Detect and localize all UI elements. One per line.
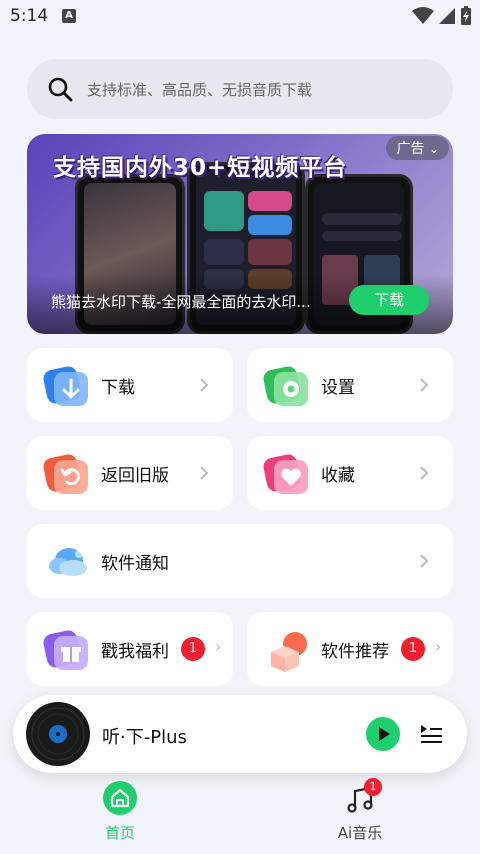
status-icons xyxy=(412,6,472,26)
recommend-card[interactable]: 软件推荐 1 › xyxy=(247,612,453,686)
ad-label: 广告 xyxy=(396,141,425,157)
settings-card[interactable]: 设置 xyxy=(247,348,453,422)
notices-label: 软件通知 xyxy=(101,554,169,574)
recommend-label: 软件推荐 xyxy=(321,642,389,662)
old-version-label: 返回旧版 xyxy=(101,466,169,486)
search-icon xyxy=(48,77,73,102)
cloud-icon xyxy=(49,548,87,576)
signal-icon xyxy=(439,8,455,24)
old-version-card[interactable]: 返回旧版 xyxy=(27,436,233,510)
welfare-label: 戳我福利 xyxy=(101,642,169,662)
nav-home[interactable]: 首页 xyxy=(90,780,150,843)
ad-banner[interactable]: 支持国内外30+短视频平台 广告 ⌄ 熊猫去水印下载-全网最全面的去水印... … xyxy=(27,134,453,334)
gift-icon xyxy=(43,630,88,670)
settings-label: 设置 xyxy=(321,378,355,398)
status-time: 5:14 xyxy=(10,6,49,26)
favorites-label: 收藏 xyxy=(321,466,355,486)
download-card[interactable]: 下载 xyxy=(27,348,233,422)
welfare-badge: 1 xyxy=(181,637,205,661)
player-title: 听·下-Plus xyxy=(102,727,187,748)
undo-icon xyxy=(43,454,88,494)
notification-icon: A xyxy=(62,9,76,23)
box-icon xyxy=(271,632,307,672)
playlist-button[interactable] xyxy=(419,721,443,745)
chevron-right-icon: › xyxy=(215,637,222,656)
wifi-icon xyxy=(412,7,434,24)
nav-ai-music-label: Ai音乐 xyxy=(337,824,383,842)
chevron-right-icon xyxy=(420,378,429,392)
download-icon xyxy=(43,366,88,406)
banner-download-button[interactable]: 下载 xyxy=(349,285,429,315)
search-bar[interactable]: 支持标准、高品质、无损音质下载 xyxy=(27,59,453,119)
chevron-right-icon xyxy=(420,554,429,568)
chevron-right-icon xyxy=(200,378,209,392)
vinyl-record-icon xyxy=(26,702,90,766)
chevron-right-icon: › xyxy=(435,637,442,656)
download-label: 下载 xyxy=(101,378,135,398)
status-bar: 5:14 A xyxy=(0,0,480,34)
nav-home-label: 首页 xyxy=(104,824,135,842)
mini-player[interactable]: 听·下-Plus xyxy=(13,695,467,773)
recommend-badge: 1 xyxy=(401,637,425,661)
play-button[interactable] xyxy=(365,716,401,752)
banner-caption: 熊猫去水印下载-全网最全面的去水印... xyxy=(51,293,311,311)
gear-icon xyxy=(263,366,308,406)
music-icon-wrap: 1 xyxy=(342,778,382,816)
banner-title: 支持国内外30+短视频平台 xyxy=(53,155,348,181)
welfare-card[interactable]: 戳我福利 1 › xyxy=(27,612,233,686)
ai-music-badge: 1 xyxy=(364,778,382,796)
chevron-down-icon: ⌄ xyxy=(428,142,439,156)
search-placeholder: 支持标准、高品质、无损音质下载 xyxy=(87,80,313,99)
chevron-right-icon xyxy=(420,466,429,480)
chevron-right-icon xyxy=(200,466,209,480)
notices-card[interactable]: 软件通知 xyxy=(27,524,453,598)
favorites-card[interactable]: 收藏 xyxy=(247,436,453,510)
home-icon xyxy=(103,781,137,815)
nav-ai-music[interactable]: 1 Ai音乐 xyxy=(325,778,395,843)
battery-icon xyxy=(461,6,471,25)
ad-badge[interactable]: 广告 ⌄ xyxy=(386,136,449,160)
heart-icon xyxy=(263,454,308,494)
